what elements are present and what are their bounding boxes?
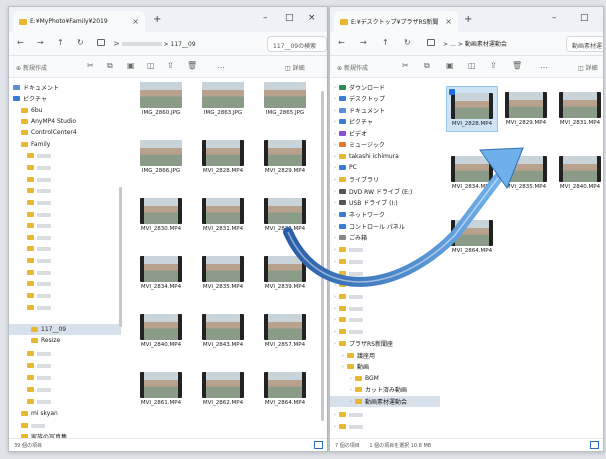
arrow-head	[479, 147, 524, 190]
drag-arrow	[283, 147, 524, 287]
